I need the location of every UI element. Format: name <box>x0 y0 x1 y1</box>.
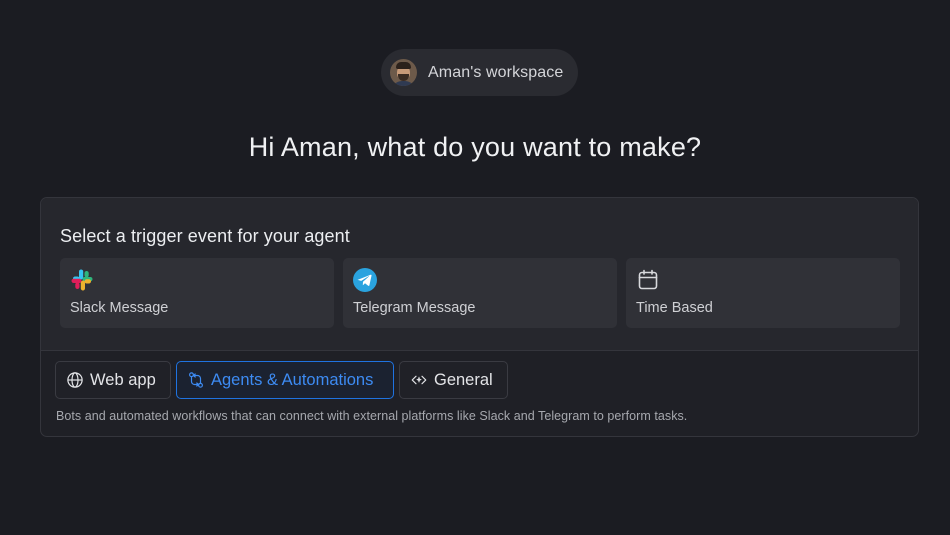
tab-label: Agents & Automations <box>211 370 374 389</box>
trigger-card-label: Time Based <box>636 300 713 316</box>
tab-general[interactable]: General <box>399 361 508 399</box>
tab-label: Web app <box>90 370 156 389</box>
workflow-icon <box>189 372 203 388</box>
trigger-card-label: Slack Message <box>70 300 169 316</box>
prompt-panel: Select a trigger event for your agent Sl… <box>40 197 919 437</box>
code-sparkle-icon <box>411 375 427 385</box>
workspace-switcher[interactable]: Aman's workspace <box>381 49 578 96</box>
tab-label: General <box>434 370 493 389</box>
telegram-icon <box>353 268 377 292</box>
trigger-card-telegram[interactable]: Telegram Message <box>343 258 617 328</box>
category-description: Bots and automated workflows that can co… <box>56 409 688 423</box>
avatar <box>390 59 417 86</box>
trigger-section: Select a trigger event for your agent Sl… <box>41 198 918 351</box>
workspace-name: Aman's workspace <box>428 63 564 81</box>
calendar-icon <box>638 269 658 290</box>
trigger-card-time[interactable]: Time Based <box>626 258 900 328</box>
trigger-card-slack[interactable]: Slack Message <box>60 258 334 328</box>
slack-icon <box>71 269 93 291</box>
tab-web-app[interactable]: Web app <box>55 361 171 399</box>
globe-icon <box>67 372 83 388</box>
trigger-card-label: Telegram Message <box>353 300 476 316</box>
trigger-section-title: Select a trigger event for your agent <box>60 226 350 246</box>
page-title: Hi Aman, what do you want to make? <box>248 132 702 162</box>
page: Aman's workspace Hi Aman, what do you wa… <box>0 0 950 535</box>
tab-agents-automations[interactable]: Agents & Automations <box>176 361 394 399</box>
